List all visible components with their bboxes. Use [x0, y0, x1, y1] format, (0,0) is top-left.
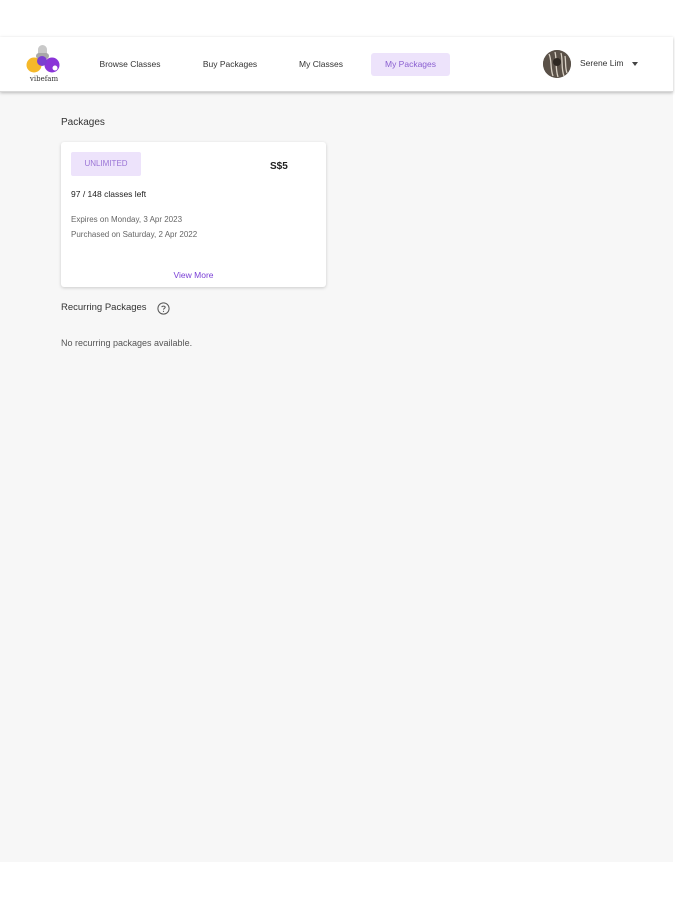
package-type-badge: UNLIMITED	[71, 152, 141, 176]
nav-browse-classes[interactable]: Browse Classes	[89, 53, 171, 76]
recurring-empty-message: No recurring packages available.	[61, 338, 193, 348]
expiry-date: Expires on Monday, 3 Apr 2023	[71, 215, 183, 224]
recurring-packages-title: Recurring Packages	[61, 302, 147, 313]
top-navbar: vibefam Browse Classes Buy Packages My C…	[0, 37, 673, 92]
nav-buy-packages[interactable]: Buy Packages	[192, 53, 268, 76]
package-card: UNLIMITED S$5 97 / 148 classes left Expi…	[61, 142, 326, 287]
avatar	[543, 50, 571, 78]
nav-my-classes[interactable]: My Classes	[287, 53, 355, 76]
view-more-button[interactable]: View More	[61, 270, 326, 280]
packages-title: Packages	[61, 117, 105, 128]
nav-my-packages[interactable]: My Packages	[371, 53, 450, 76]
question-circle-icon[interactable]	[157, 302, 170, 315]
purchase-date: Purchased on Saturday, 2 Apr 2022	[71, 230, 198, 239]
vibefam-logo[interactable]: vibefam	[24, 43, 64, 87]
logo-graphic	[26, 45, 60, 73]
classes-left: 97 / 148 classes left	[71, 189, 147, 199]
app-root: vibefam Browse Classes Buy Packages My C…	[0, 37, 673, 862]
package-price: S$5	[270, 161, 288, 172]
user-name: Serene Lim	[580, 58, 624, 68]
avatar-image	[543, 50, 571, 78]
logo-text: vibefam	[29, 75, 59, 83]
caret-down-icon	[632, 62, 638, 66]
